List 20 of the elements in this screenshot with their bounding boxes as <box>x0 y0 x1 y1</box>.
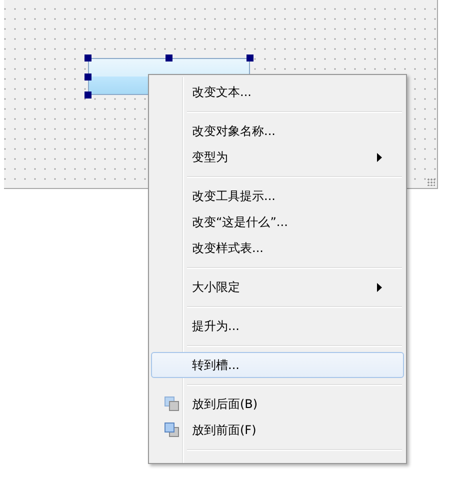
selection-handle-icon[interactable] <box>84 54 92 62</box>
bring-front-icon <box>164 422 180 438</box>
menu-item[interactable]: 改变文本... <box>151 79 404 105</box>
menu-item[interactable]: 转到槽... <box>151 352 404 378</box>
menu-item[interactable]: 改变“这是什么”... <box>151 209 404 235</box>
menu-item[interactable]: 提升为... <box>151 313 404 339</box>
selection-handle-icon[interactable] <box>166 54 172 62</box>
menu-item[interactable]: 改变工具提示... <box>151 183 404 209</box>
resize-grip-icon[interactable] <box>427 178 435 186</box>
menu-item[interactable]: 改变对象名称... <box>151 118 404 144</box>
submenu-arrow-icon <box>377 153 383 162</box>
send-back-icon <box>164 396 180 412</box>
submenu-arrow-icon <box>377 283 383 292</box>
selection-handle-icon[interactable] <box>246 54 254 62</box>
menu-item[interactable]: 放到前面(F) <box>151 417 404 443</box>
menu-item[interactable]: 大小限定 <box>151 274 404 300</box>
menu-item[interactable]: 改变样式表... <box>151 235 404 261</box>
selection-handle-icon[interactable] <box>84 92 92 98</box>
menu-item[interactable]: 放到后面(B) <box>151 391 404 417</box>
menu-item[interactable]: 变型为 <box>151 144 404 170</box>
